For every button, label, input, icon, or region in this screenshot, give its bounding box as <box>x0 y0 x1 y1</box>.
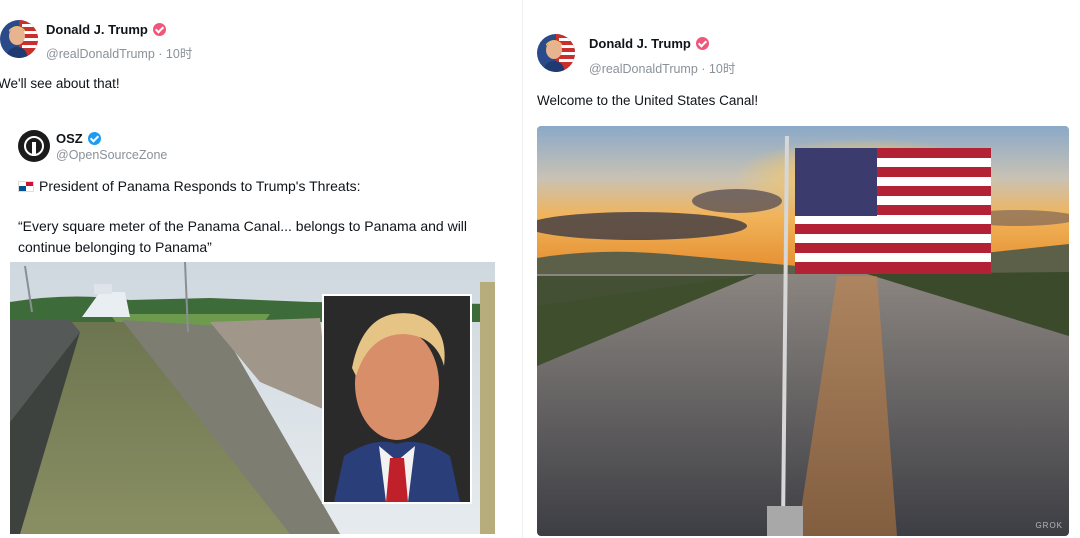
quoted-post[interactable]: OSZ @OpenSourceZone President of Panama … <box>10 118 500 538</box>
image-watermark: GROK <box>1035 521 1063 530</box>
author-handle-row: @realDonaldTrump · 10时 <box>46 43 192 62</box>
us-flag-icon <box>795 148 991 274</box>
left-post: Donald J. Trump @realDonaldTrump · 10时 W… <box>0 0 500 538</box>
quoted-author-name[interactable]: OSZ <box>56 131 101 146</box>
avatar[interactable] <box>18 130 50 162</box>
post-text: Welcome to the United States Canal! <box>537 93 759 108</box>
author-handle-row: @realDonaldTrump · 10时 <box>589 58 735 77</box>
avatar[interactable] <box>0 20 38 58</box>
post-time[interactable]: · 10时 <box>158 47 192 61</box>
quoted-headline: President of Panama Responds to Trump's … <box>18 178 360 194</box>
post-text: We'll see about that! <box>0 76 120 91</box>
quoted-quote: “Every square meter of the Panama Canal.… <box>18 218 468 255</box>
author-handle[interactable]: @realDonaldTrump <box>589 62 698 76</box>
avatar[interactable] <box>537 34 575 72</box>
canal-image[interactable] <box>10 262 495 534</box>
post-time[interactable]: · 10时 <box>701 62 735 76</box>
quoted-author-handle[interactable]: @OpenSourceZone <box>56 148 167 162</box>
verified-badge-icon <box>695 37 709 50</box>
panama-flag-icon <box>18 181 34 192</box>
verified-badge-icon <box>87 132 101 145</box>
right-post: Donald J. Trump @realDonaldTrump · 10时 W… <box>522 0 1080 538</box>
verified-badge-icon <box>152 23 166 36</box>
author-handle[interactable]: @realDonaldTrump <box>46 47 155 61</box>
sunset-canal-image[interactable]: GROK <box>537 126 1069 536</box>
author-name[interactable]: Donald J. Trump <box>46 22 166 37</box>
author-name[interactable]: Donald J. Trump <box>589 36 709 51</box>
trump-portrait-inset <box>322 294 472 504</box>
